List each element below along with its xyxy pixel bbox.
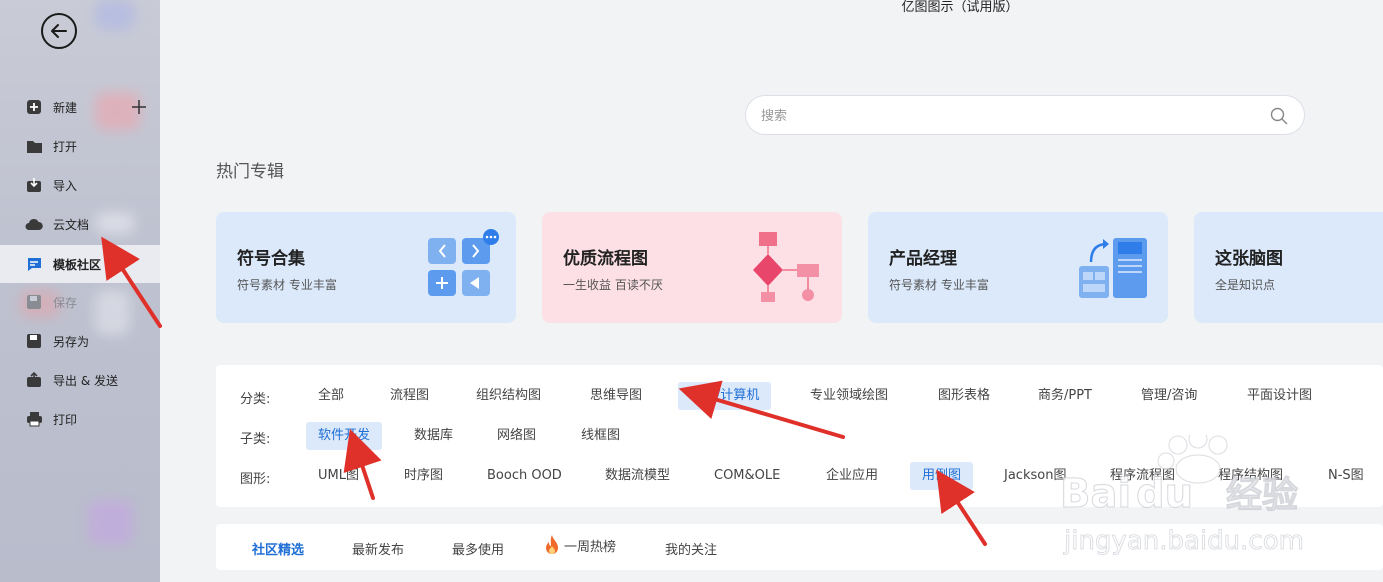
- fire-icon: [546, 535, 558, 554]
- tab-weekly-hot[interactable]: 一周热榜: [542, 534, 616, 556]
- card-title: 符号合集: [237, 249, 305, 269]
- section-title: 热门专辑: [216, 162, 284, 182]
- card-subtitle: 符号素材 专业丰富: [237, 278, 337, 292]
- flowchart-illustration-icon: [753, 232, 819, 302]
- sidebar-item-template-community[interactable]: 模板社区: [0, 245, 160, 283]
- filter-chip[interactable]: 组织结构图: [476, 382, 541, 410]
- filter-chip[interactable]: 管理/咨询: [1141, 382, 1197, 410]
- shape-chip-selected[interactable]: 用例图: [910, 462, 974, 490]
- filter-panel: 分类: 全部 流程图 组织结构图 思维导图 软件/计算机 专业领域绘图 图形表格…: [216, 365, 1383, 507]
- sidebar-item-label: 另存为: [53, 334, 90, 349]
- shape-chip[interactable]: COM&OLE: [714, 462, 780, 490]
- shape-chip[interactable]: 时序图: [404, 462, 443, 490]
- search-icon[interactable]: [1270, 107, 1288, 125]
- filter-chip[interactable]: 思维导图: [590, 382, 642, 410]
- filter-chip[interactable]: 流程图: [390, 382, 429, 410]
- sidebar-item-cloud[interactable]: 云文档: [0, 205, 160, 243]
- category-label: 分类:: [240, 392, 271, 407]
- search-bar: [745, 95, 1305, 135]
- cloud-icon: [25, 215, 43, 233]
- shape-chip[interactable]: 数据流模型: [605, 462, 670, 490]
- folder-icon: [25, 137, 43, 155]
- import-icon: [25, 176, 43, 194]
- card-subtitle: 一生收益 百读不厌: [563, 278, 663, 292]
- search-input[interactable]: [761, 106, 1241, 126]
- album-card-product-manager[interactable]: 产品经理 符号素材 专业丰富: [868, 212, 1168, 323]
- sidebar-item-import[interactable]: 导入: [0, 166, 160, 204]
- symbols-illustration-icon: [428, 229, 499, 296]
- category-row: 分类: 全部 流程图 组织结构图 思维导图 软件/计算机 专业领域绘图 图形表格…: [216, 382, 1383, 410]
- add-icon[interactable]: [130, 98, 148, 116]
- album-card-symbols[interactable]: 符号合集 符号素材 专业丰富: [216, 212, 516, 323]
- sidebar-item-print[interactable]: 打印: [0, 400, 160, 438]
- subcategory-chip[interactable]: 网络图: [497, 422, 536, 450]
- plus-box-icon: [25, 98, 43, 116]
- arrow-left-icon: [51, 24, 67, 38]
- shape-chip[interactable]: 企业应用: [826, 462, 878, 490]
- export-icon: [25, 371, 43, 389]
- shape-chip[interactable]: Jackson图: [1004, 462, 1066, 490]
- filter-chip[interactable]: 图形表格: [938, 382, 990, 410]
- save-icon: [25, 293, 43, 311]
- tab-latest[interactable]: 最新发布: [352, 539, 404, 558]
- sidebar-item-label: 模板社区: [53, 257, 102, 272]
- shape-chip[interactable]: UML图: [318, 462, 359, 490]
- filter-chip[interactable]: 专业领域绘图: [810, 382, 888, 410]
- product-illustration-icon: [1079, 238, 1147, 298]
- filter-chip[interactable]: 全部: [318, 382, 344, 410]
- tab-label: 一周热榜: [564, 539, 617, 555]
- sidebar-item-open[interactable]: 打开: [0, 127, 160, 165]
- subcategory-chip[interactable]: 线框图: [581, 422, 620, 450]
- filter-chip[interactable]: 平面设计图: [1247, 382, 1312, 410]
- shape-chip[interactable]: 程序流程图: [1110, 462, 1175, 490]
- filter-chip[interactable]: 商务/PPT: [1038, 382, 1092, 410]
- subcategory-row: 子类: 软件开发 数据库 网络图 线框图: [216, 422, 1383, 450]
- sidebar-item-save: 保存: [0, 283, 160, 321]
- sidebar-item-label: 云文档: [53, 217, 90, 232]
- album-card-flowchart[interactable]: 优质流程图 一生收益 百读不厌: [542, 212, 842, 323]
- card-subtitle: 符号素材 专业丰富: [889, 278, 989, 292]
- sidebar-item-label: 导出 & 发送: [53, 373, 118, 388]
- sidebar-item-label: 新建: [53, 100, 78, 115]
- tab-community-picks[interactable]: 社区精选: [252, 539, 304, 558]
- shape-chip[interactable]: Booch OOD: [487, 462, 562, 490]
- chat-icon: [25, 255, 43, 273]
- shape-chip[interactable]: N-S图: [1328, 462, 1364, 490]
- card-subtitle: 全是知识点: [1215, 278, 1276, 292]
- community-tabs: 社区精选 最新发布 最多使用 一周热榜 我的关注: [216, 524, 1383, 570]
- card-title: 产品经理: [889, 249, 957, 269]
- card-title: 这张脑图: [1215, 249, 1283, 269]
- tab-most-used[interactable]: 最多使用: [452, 539, 504, 558]
- album-card-mindmap[interactable]: 这张脑图 全是知识点: [1194, 212, 1383, 323]
- shape-chip[interactable]: 程序结构图: [1218, 462, 1283, 490]
- sidebar-item-save-as[interactable]: 另存为: [0, 322, 160, 360]
- card-title: 优质流程图: [563, 249, 648, 269]
- back-button[interactable]: [41, 13, 77, 49]
- tab-my-follows[interactable]: 我的关注: [665, 539, 717, 558]
- sidebar-item-export[interactable]: 导出 & 发送: [0, 361, 160, 399]
- subcategory-label: 子类:: [240, 432, 271, 447]
- filter-chip-selected[interactable]: 软件/计算机: [678, 382, 772, 410]
- subcategory-chip[interactable]: 数据库: [414, 422, 453, 450]
- sidebar-item-label: 打印: [53, 412, 78, 427]
- sidebar-item-label: 打开: [53, 139, 78, 154]
- shape-row: 图形: UML图 时序图 Booch OOD 数据流模型 COM&OLE 企业应…: [216, 462, 1383, 490]
- shape-label: 图形:: [240, 472, 271, 487]
- sidebar-item-label: 保存: [53, 295, 78, 310]
- sidebar: 新建 打开 导入 云文档 模板社区 保存 另存为 导出 & 发送 打印: [0, 0, 160, 582]
- app-title: 亿图图示（试用版）: [901, 0, 1019, 15]
- subcategory-chip-selected[interactable]: 软件开发: [306, 422, 383, 450]
- sidebar-item-label: 导入: [53, 178, 78, 193]
- printer-icon: [25, 410, 43, 428]
- save-as-icon: [25, 332, 43, 350]
